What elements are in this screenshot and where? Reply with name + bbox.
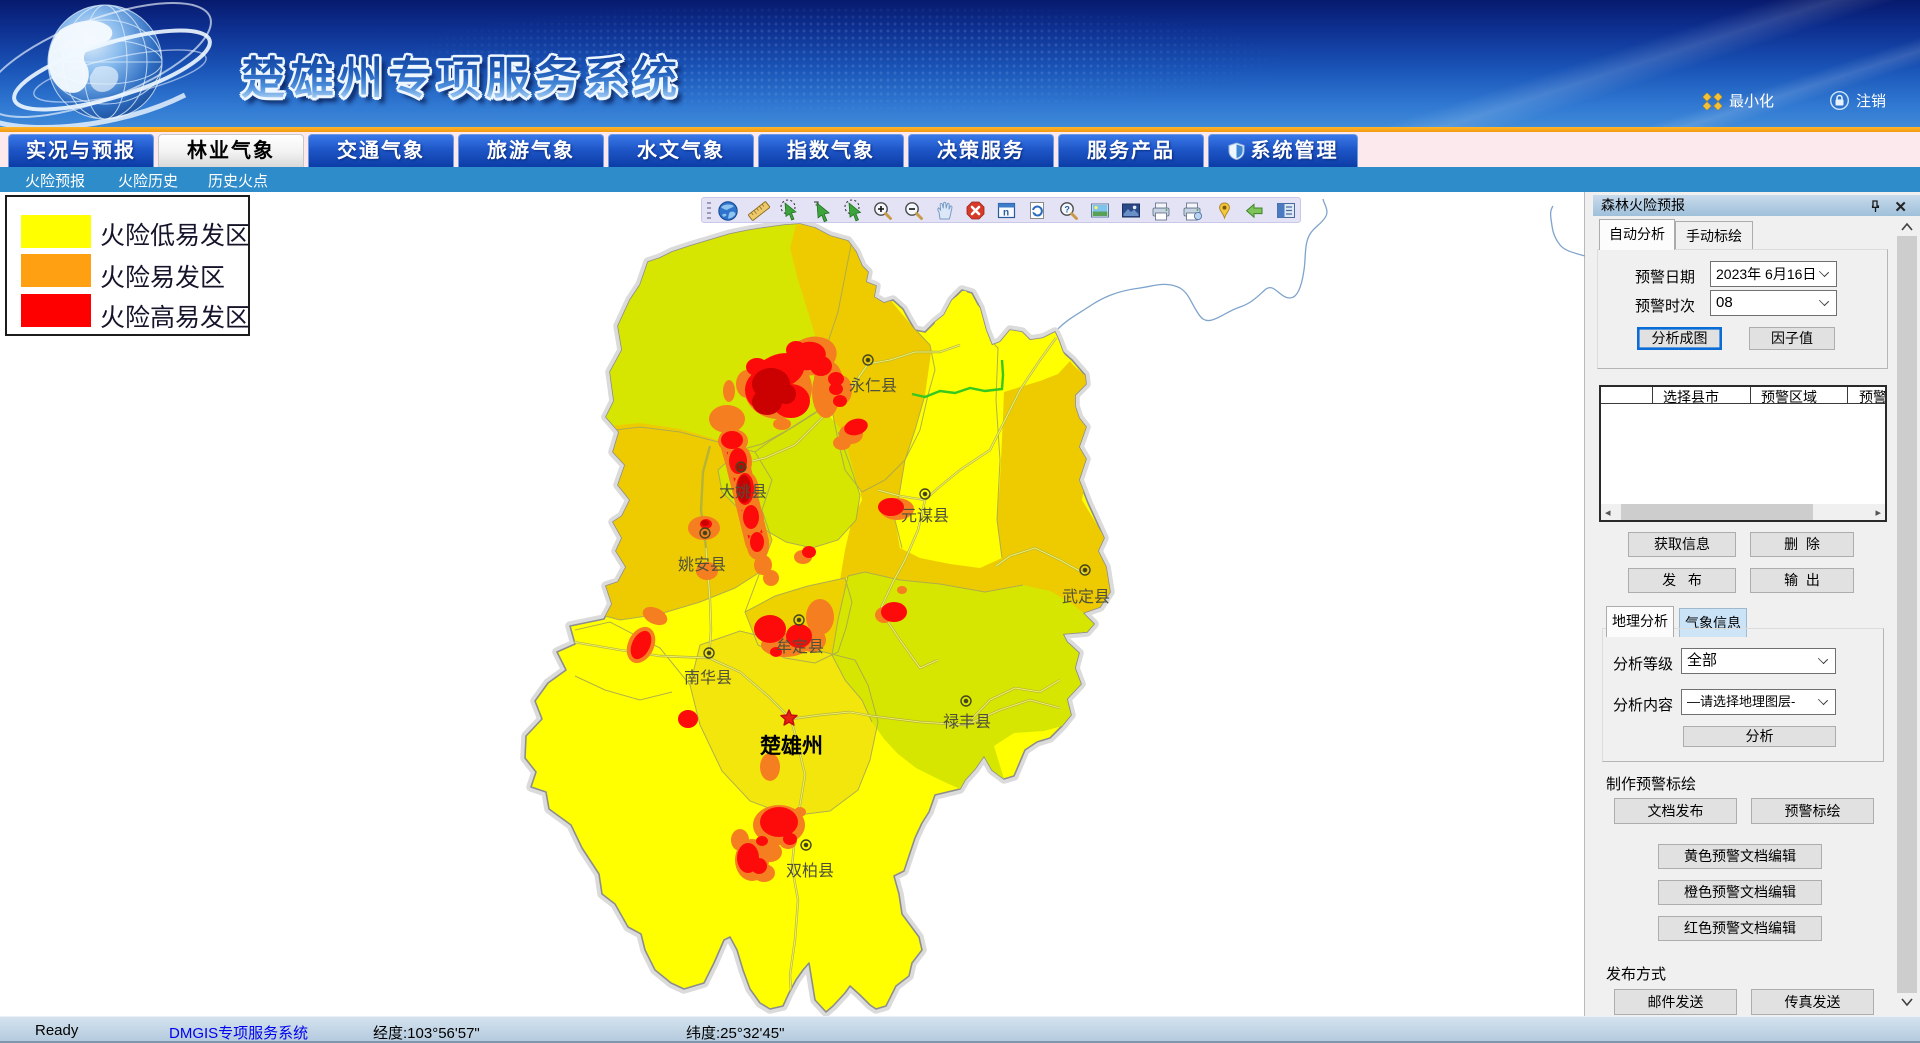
svg-text:禄丰县: 禄丰县 — [943, 713, 991, 731]
svg-text:姚安县: 姚安县 — [678, 556, 726, 574]
svg-text:永仁县: 永仁县 — [849, 377, 897, 395]
svg-text:n: n — [1003, 208, 1009, 219]
svg-text:南华县: 南华县 — [684, 669, 732, 687]
svg-text:牟定县: 牟定县 — [776, 638, 824, 656]
svg-text:大姚县: 大姚县 — [719, 483, 767, 501]
svg-text:元谋县: 元谋县 — [901, 507, 949, 525]
svg-text:楚雄州: 楚雄州 — [760, 734, 823, 758]
svg-text:双柏县: 双柏县 — [786, 862, 834, 880]
svg-text:?: ? — [1064, 204, 1070, 214]
svg-text:武定县: 武定县 — [1062, 588, 1110, 606]
